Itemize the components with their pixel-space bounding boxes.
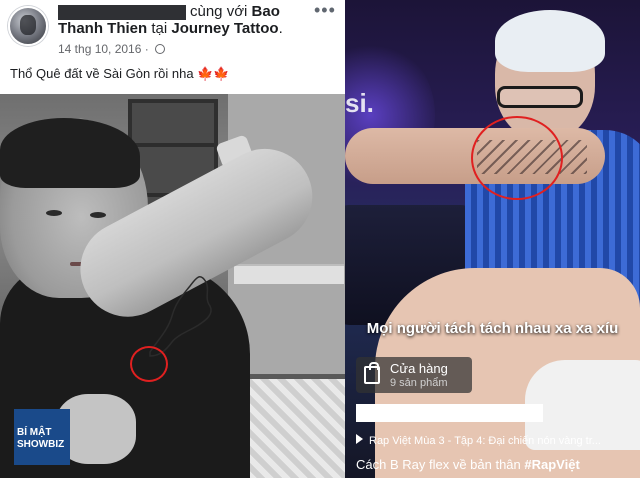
redacted-bar [356, 404, 543, 422]
hashtag-link[interactable]: #RapViệt [524, 457, 579, 472]
video-frame[interactable]: si. Mọi người tách tách nhau xa xa xíu C… [345, 0, 640, 478]
tattoo-studio-photo[interactable]: BÍ MẬT SHOWBIZ [0, 94, 345, 478]
facebook-post: cùng với Bao Thanh Thien tại Journey Tat… [0, 0, 345, 478]
watermark-logo: BÍ MẬT SHOWBIZ [14, 409, 70, 465]
globe-icon[interactable] [155, 44, 166, 54]
redacted-name [58, 5, 186, 20]
avatar[interactable] [8, 6, 48, 46]
bleached-hair [495, 10, 605, 72]
at-label: tại [151, 20, 168, 37]
video-caption: Cách B Ray flex về bản thân #RapViệt [356, 457, 580, 472]
watermark-line-1: BÍ MẬT [17, 427, 52, 438]
post-meta: 14 thg 10, 2016 · [58, 42, 166, 56]
playlist-title: Rap Việt Mùa 3 - Tập 4: Đại chiến nón và… [369, 435, 601, 447]
shop-button[interactable]: Cửa hàng 9 sản phẩm [356, 357, 472, 393]
caption-text: Cách B Ray flex về bản thân [356, 457, 525, 472]
play-icon [356, 434, 363, 444]
shopping-bag-icon [364, 362, 380, 384]
shop-subtitle: 9 sản phẩm [390, 377, 448, 389]
post-text: Thổ Quê đất về Sài Gòn rồi nha 🍁🍁 [10, 66, 230, 82]
header-line-1: cùng với Bao [190, 3, 280, 20]
playlist-link[interactable]: Rap Việt Mùa 3 - Tập 4: Đại chiến nón và… [356, 434, 601, 447]
tagged-friend-link-part2[interactable]: Thanh Thien [58, 20, 147, 37]
glasses [497, 86, 583, 108]
stage-logo-fragment: si. [345, 88, 374, 118]
tagged-friend-link-part1[interactable]: Bao [252, 3, 280, 20]
post-header: cùng với Bao Thanh Thien tại Journey Tat… [0, 0, 345, 94]
red-highlight-circle-right [471, 116, 563, 200]
map-outline-path [149, 276, 212, 357]
location-link[interactable]: Journey Tattoo [171, 20, 278, 37]
more-icon[interactable]: ••• [314, 0, 336, 21]
maple-leaf-icon: 🍁🍁 [197, 66, 230, 81]
location-period: . [278, 20, 283, 37]
with-label: cùng với [190, 3, 248, 20]
shop-title: Cửa hàng [390, 361, 448, 376]
post-timestamp[interactable]: 14 thg 10, 2016 · [58, 42, 149, 56]
post-caption: Thổ Quê đất về Sài Gòn rồi nha [10, 66, 194, 81]
red-highlight-circle [130, 346, 168, 382]
header-line-2: Thanh Thien tại Journey Tattoo. [58, 20, 283, 37]
video-subtitle: Mọi người tách tách nhau xa xa xíu [366, 320, 619, 337]
watermark-line-2: SHOWBIZ [17, 439, 65, 450]
